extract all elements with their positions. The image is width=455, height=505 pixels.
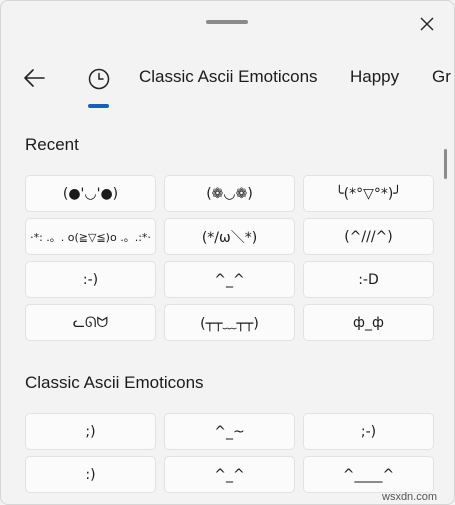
emoticon-cell[interactable]: (*/ω＼*) — [164, 218, 295, 255]
emoticon-cell[interactable]: ^_^ — [164, 261, 295, 298]
section-title-recent: Recent — [25, 135, 79, 154]
emoticon-cell[interactable]: ф_ф — [303, 304, 434, 341]
close-icon — [420, 17, 434, 31]
emoticon-cell[interactable]: :-D — [303, 261, 434, 298]
close-button[interactable] — [413, 10, 441, 38]
section-title-classic-ascii: Classic Ascii Emoticons — [25, 373, 204, 392]
scrollbar-thumb[interactable] — [444, 149, 447, 179]
emoticon-cell[interactable]: (^///^) — [303, 218, 434, 255]
tab-active-indicator — [88, 104, 109, 108]
emoticon-cell[interactable]: ^____^ — [303, 456, 434, 493]
classic-grid: ;) ^_~ ;-) :) ^_^ ^____^ — [25, 413, 434, 493]
emoticon-cell[interactable]: ;) — [25, 413, 156, 450]
tab-greetings-partial[interactable]: Gr — [432, 67, 451, 87]
tab-happy[interactable]: Happy — [350, 67, 399, 87]
emoticon-cell[interactable]: ╰(*°▽°*)╯ — [303, 175, 434, 212]
emoticon-cell[interactable]: ;-) — [303, 413, 434, 450]
emoticon-cell[interactable]: ^_^ — [164, 456, 295, 493]
category-bar: Classic Ascii Emoticons Happy Gr — [1, 53, 454, 108]
clock-icon — [88, 68, 110, 90]
back-button[interactable] — [17, 63, 51, 93]
emoticon-cell[interactable]: (❁◡❁) — [164, 175, 295, 212]
emoticon-cell[interactable]: ᓚᘏᗢ — [25, 304, 156, 341]
tab-classic-ascii-emoticons[interactable]: Classic Ascii Emoticons — [139, 67, 318, 87]
watermark: wsxdn.com — [382, 491, 438, 503]
emoticon-cell[interactable]: :-) — [25, 261, 156, 298]
back-arrow-icon — [24, 69, 45, 87]
emoticon-cell[interactable]: ^_~ — [164, 413, 295, 450]
tab-recent[interactable] — [81, 61, 117, 108]
emoticon-cell[interactable]: ·*: .。. o(≧▽≦)o .。.:*· — [25, 218, 156, 255]
emoji-panel: Classic Ascii Emoticons Happy Gr Recent … — [0, 0, 455, 505]
emoticon-cell[interactable]: (●'◡'●) — [25, 175, 156, 212]
drag-handle[interactable] — [206, 20, 248, 24]
recent-grid: (●'◡'●) (❁◡❁) ╰(*°▽°*)╯ ·*: .。. o(≧▽≦)o … — [25, 175, 434, 341]
emoticon-cell[interactable]: (┬┬﹏┬┬) — [164, 304, 295, 341]
emoticon-cell[interactable]: :) — [25, 456, 156, 493]
